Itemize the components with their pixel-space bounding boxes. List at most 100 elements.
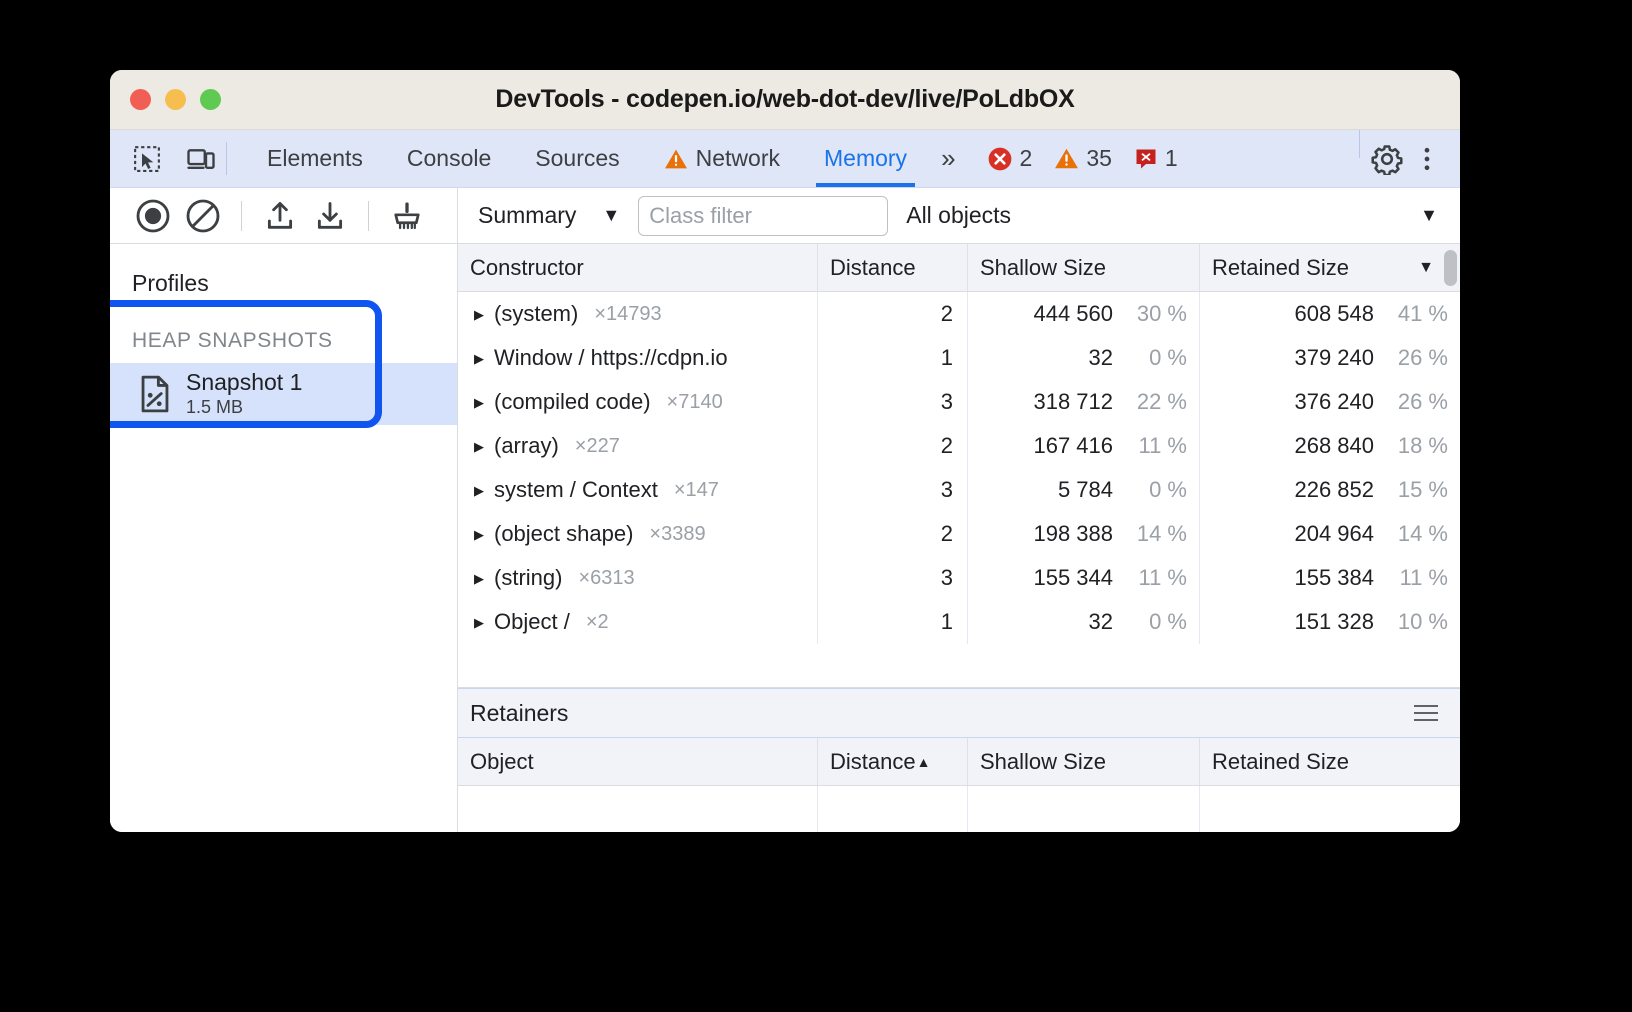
load-profile-button[interactable] — [255, 191, 305, 241]
vertical-scrollbar[interactable] — [1444, 250, 1457, 286]
retainers-column-header-shallow-size[interactable]: Shallow Size — [968, 738, 1200, 785]
shallow-size-percent: 22 % — [1125, 389, 1187, 415]
retainers-grid-header: Object Distance ▲ Shallow Size Retained … — [458, 738, 1460, 786]
retained-size-percent: 26 % — [1386, 389, 1448, 415]
shallow-size-value: 167 416 — [1033, 433, 1113, 459]
retainers-column-header-object[interactable]: Object — [458, 738, 818, 785]
cell-retained-size: 376 240 26 % — [1200, 380, 1460, 424]
inspect-element-icon[interactable] — [130, 142, 164, 176]
devtools-tabs: Elements Console Sources — [245, 130, 929, 187]
cell-constructor: ▶ (compiled code) ×7140 — [458, 380, 818, 424]
tab-memory[interactable]: Memory — [802, 130, 929, 187]
expand-triangle-icon[interactable]: ▶ — [474, 396, 484, 409]
record-button[interactable] — [128, 191, 178, 241]
warning-icon — [1054, 147, 1079, 170]
snapshot-texts: Snapshot 1 1.5 MB — [186, 370, 302, 417]
expand-triangle-icon[interactable]: ▶ — [474, 572, 484, 585]
expand-triangle-icon[interactable]: ▶ — [474, 528, 484, 541]
constructor-name: (compiled code) — [494, 389, 651, 415]
retainers-empty-col-retained — [1200, 786, 1460, 832]
retained-size-percent: 18 % — [1386, 433, 1448, 459]
class-filter-input[interactable] — [638, 196, 888, 236]
column-header-retained-size[interactable]: Retained Size ▼ — [1200, 244, 1460, 291]
retainers-column-label: Distance — [830, 749, 916, 775]
constructor-count: ×147 — [674, 479, 719, 502]
cell-shallow-size: 444 56030 % — [968, 292, 1200, 336]
warning-counter[interactable]: 35 — [1046, 145, 1120, 172]
retainers-column-header-distance[interactable]: Distance ▲ — [818, 738, 968, 785]
view-select-label[interactable]: Summary — [474, 202, 576, 229]
sort-descending-icon: ▼ — [1418, 259, 1434, 277]
retained-size-percent: 41 % — [1386, 301, 1448, 327]
retainers-empty-col-distance — [818, 786, 968, 832]
expand-triangle-icon[interactable]: ▶ — [474, 440, 484, 453]
cell-distance: 3 — [818, 468, 968, 512]
tab-label: Sources — [535, 145, 619, 172]
cell-shallow-size: 155 34411 % — [968, 556, 1200, 600]
table-row[interactable]: ▶(system)×147932444 56030 %608 54841 % — [458, 292, 1460, 336]
cell-constructor: ▶(array)×227 — [458, 424, 818, 468]
memory-toolbar-right: Summary ▼ All objects ▼ — [458, 188, 1460, 243]
shallow-size-value: 444 560 — [1033, 301, 1113, 327]
tab-sources[interactable]: Sources — [513, 130, 641, 187]
retainers-column-header-retained-size[interactable]: Retained Size — [1200, 738, 1460, 785]
retained-size-percent: 11 % — [1386, 565, 1448, 591]
constructor-name: (array) — [494, 433, 559, 459]
tab-elements[interactable]: Elements — [245, 130, 385, 187]
cell-distance: 3 — [818, 556, 968, 600]
chevron-down-icon-right[interactable]: ▼ — [1420, 205, 1438, 226]
column-header-shallow-size[interactable]: Shallow Size — [968, 244, 1200, 291]
sidebar-item-snapshot-1[interactable]: Snapshot 1 1.5 MB — [110, 363, 457, 425]
table-row[interactable]: ▶(string)×63133155 34411 %155 38411 % — [458, 556, 1460, 600]
constructor-count: ×14793 — [594, 303, 661, 326]
save-profile-button[interactable] — [305, 191, 355, 241]
snapshot-name: Snapshot 1 — [186, 370, 302, 395]
expand-triangle-icon[interactable]: ▶ — [474, 616, 484, 629]
more-tabs-icon[interactable]: » — [929, 130, 964, 187]
cell-shallow-size: 167 41611 % — [968, 424, 1200, 468]
expand-triangle-icon[interactable]: ▶ — [474, 484, 484, 497]
retained-size-value: 379 240 — [1294, 345, 1374, 371]
chevron-down-icon[interactable]: ▼ — [602, 205, 620, 226]
retainers-menu-icon[interactable] — [1414, 705, 1438, 721]
tab-console[interactable]: Console — [385, 130, 513, 187]
constructor-count: ×6313 — [578, 567, 634, 590]
cell-retained-size: 608 548 41 % — [1200, 292, 1460, 336]
more-options-icon[interactable] — [1410, 142, 1444, 176]
retainers-title: Retainers — [470, 700, 568, 727]
expand-triangle-icon[interactable]: ▶ — [474, 352, 484, 365]
cell-distance: 2 — [818, 512, 968, 556]
table-row[interactable]: ▶Object /×21320 %151 32810 % — [458, 600, 1460, 644]
retained-size-value: 376 240 — [1294, 389, 1374, 415]
cell-constructor: ▶(object shape)×3389 — [458, 512, 818, 556]
clear-button[interactable] — [178, 191, 228, 241]
table-row[interactable]: ▶system / Context×14735 7840 %226 85215 … — [458, 468, 1460, 512]
warning-count: 35 — [1086, 145, 1112, 172]
screenshot-root: DevTools - codepen.io/web-dot-dev/live/P… — [0, 0, 1632, 1012]
snapshot-file-icon — [138, 375, 172, 413]
cell-shallow-size: 318 71222 % — [968, 380, 1200, 424]
cell-retained-size: 151 32810 % — [1200, 600, 1460, 644]
gear-icon[interactable] — [1370, 142, 1404, 176]
tab-network[interactable]: Network — [642, 130, 802, 187]
objects-select-label[interactable]: All objects — [906, 202, 1011, 229]
shallow-size-percent: 11 % — [1125, 565, 1187, 591]
issue-counter[interactable]: 1 — [1126, 145, 1186, 172]
table-row[interactable]: ▶(array)×2272167 41611 %268 84018 % — [458, 424, 1460, 468]
table-row[interactable]: ▶(compiled code)×71403318 71222 %376 240… — [458, 380, 1460, 424]
error-counter[interactable]: 2 — [979, 145, 1041, 172]
column-header-distance[interactable]: Distance — [818, 244, 968, 291]
retained-size-value: 226 852 — [1294, 477, 1374, 503]
retained-size-value: 608 548 — [1294, 301, 1374, 327]
constructor-count: ×7140 — [667, 391, 723, 414]
retained-size-percent: 15 % — [1386, 477, 1448, 503]
table-row[interactable]: ▶(object shape)×33892198 38814 %204 9641… — [458, 512, 1460, 556]
cell-retained-size: 226 852 15 % — [1200, 468, 1460, 512]
device-toolbar-icon[interactable] — [184, 142, 218, 176]
expand-triangle-icon[interactable]: ▶ — [474, 308, 484, 321]
column-header-constructor[interactable]: Constructor — [458, 244, 818, 291]
table-row[interactable]: ▶Window / https://cdpn.io1320 %379 24026… — [458, 336, 1460, 380]
collect-garbage-icon[interactable] — [382, 191, 432, 241]
summary-grid-rows: ▶(system)×147932444 56030 %608 54841 %▶W… — [458, 292, 1460, 688]
tab-label: Memory — [824, 145, 907, 172]
